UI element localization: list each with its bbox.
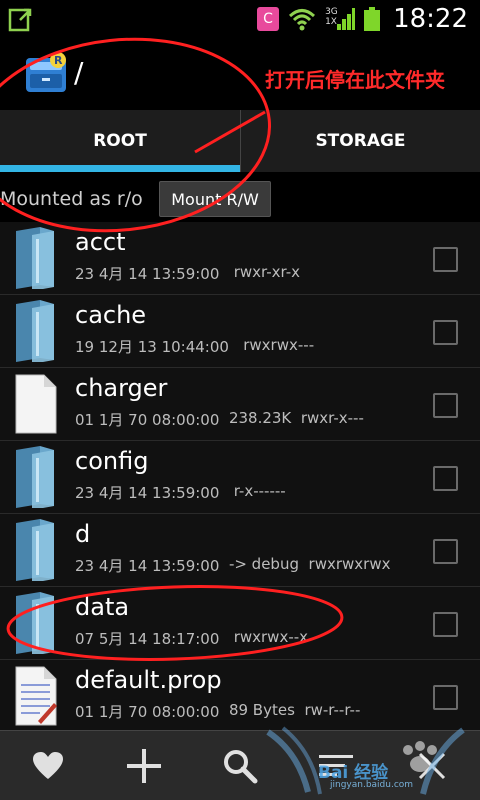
- usb-notification-icon: [8, 8, 32, 32]
- file-icon: [15, 374, 57, 434]
- wifi-icon: [289, 9, 316, 31]
- file-list: acct 23 4月 14 13:59:00 rwxr-xr-x cache 1…: [0, 222, 480, 730]
- mount-rw-button[interactable]: Mount R/W: [159, 181, 271, 217]
- file-row-acct[interactable]: acct 23 4月 14 13:59:00 rwxr-xr-x: [0, 222, 480, 295]
- folder-icon: [16, 227, 54, 289]
- heart-icon: [33, 752, 63, 779]
- file-name: d: [75, 520, 91, 548]
- battery-icon: [364, 7, 381, 31]
- watermark-url: jingyan.baidu.com: [330, 780, 414, 790]
- file-row-data[interactable]: data 07 5月 14 18:17:00 rwxrwx--x: [0, 587, 480, 660]
- root-explorer-app-icon[interactable]: R: [22, 50, 70, 98]
- search-button[interactable]: [219, 745, 261, 787]
- file-name: data: [75, 593, 130, 621]
- file-meta: 23 4月 14 13:59:00 rwxr-xr-x: [75, 263, 301, 283]
- select-checkbox[interactable]: [433, 320, 458, 345]
- favorites-button[interactable]: [27, 745, 69, 787]
- tab-bar: ROOT STORAGE: [0, 110, 480, 172]
- select-checkbox[interactable]: [433, 247, 458, 272]
- app-notification-icon: C: [257, 7, 280, 31]
- file-name: default.prop: [75, 666, 222, 694]
- current-path: /: [74, 56, 84, 89]
- text-file-icon: [15, 666, 57, 726]
- file-meta: 23 4月 14 13:59:00 -> debug rwxrwxrwx: [75, 555, 391, 575]
- file-row-config[interactable]: config 23 4月 14 13:59:00 r-x------: [0, 441, 480, 514]
- new-button[interactable]: [123, 745, 165, 787]
- search-icon: [224, 750, 258, 784]
- status-bar: C 3G 1X 18:22: [0, 0, 480, 38]
- signal-icon: 3G 1X: [325, 6, 356, 32]
- file-row-d[interactable]: d 23 4月 14 13:59:00 -> debug rwxrwxrwx: [0, 514, 480, 587]
- plus-icon: [127, 749, 161, 783]
- select-checkbox[interactable]: [433, 539, 458, 564]
- file-meta: 19 12月 13 10:44:00 rwxrwx---: [75, 336, 315, 356]
- select-checkbox[interactable]: [433, 393, 458, 418]
- file-meta: 01 1月 70 08:00:00 89 Bytes rw-r--r--: [75, 701, 361, 721]
- file-row-default-prop[interactable]: default.prop 01 1月 70 08:00:00 89 Bytes …: [0, 660, 480, 730]
- file-name: acct: [75, 228, 126, 256]
- select-checkbox[interactable]: [433, 612, 458, 637]
- folder-icon: [16, 592, 54, 654]
- folder-icon: [16, 446, 54, 508]
- action-bar: R / 打开后停在此文件夹: [0, 38, 480, 110]
- select-checkbox[interactable]: [433, 685, 458, 710]
- file-name: charger: [75, 374, 168, 402]
- status-time: 18:22: [393, 4, 468, 34]
- tab-storage[interactable]: STORAGE: [240, 110, 480, 172]
- file-name: cache: [75, 301, 147, 329]
- file-meta: 01 1月 70 08:00:00 238.23K rwxr-x---: [75, 409, 364, 429]
- file-meta: 23 4月 14 13:59:00 r-x------: [75, 482, 286, 502]
- select-checkbox[interactable]: [433, 466, 458, 491]
- file-row-charger[interactable]: charger 01 1月 70 08:00:00 238.23K rwxr-x…: [0, 368, 480, 441]
- svg-text:R: R: [54, 54, 63, 67]
- mount-status: Mounted as r/o: [0, 188, 143, 210]
- file-name: config: [75, 447, 149, 475]
- mount-row: Mounted as r/o Mount R/W: [0, 172, 480, 224]
- file-meta: 07 5月 14 18:17:00 rwxrwx--x: [75, 628, 309, 648]
- annotation-label: 打开后停在此文件夹: [265, 68, 445, 92]
- folder-icon: [16, 519, 54, 581]
- file-row-cache[interactable]: cache 19 12月 13 10:44:00 rwxrwx---: [0, 295, 480, 368]
- tab-root[interactable]: ROOT: [0, 110, 240, 172]
- folder-icon: [16, 300, 54, 362]
